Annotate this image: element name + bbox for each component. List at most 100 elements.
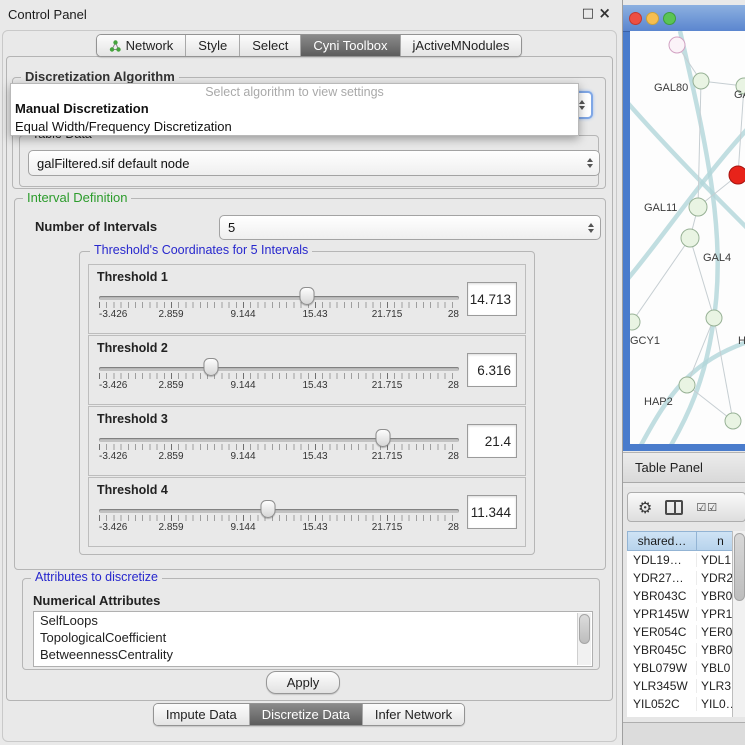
column-visibility-icons[interactable]: ☑☑ [696,501,718,514]
table-cell[interactable]: YBR045C [627,643,697,657]
table-cell[interactable]: YDL19… [627,553,697,567]
list-scrollbar-thumb[interactable] [579,614,590,644]
network-canvas-svg[interactable]: GAL80GAGAL11GAL4GCY1HAP2H [630,31,745,444]
tab-impute-data[interactable]: Impute Data [154,704,249,725]
close-panel-icon[interactable]: × [598,4,611,22]
float-panel-icon[interactable]: □ [582,6,594,21]
network-node[interactable] [681,229,699,247]
discretization-algorithm-legend: Discretization Algorithm [21,69,179,84]
combo-spinner-icons [588,223,594,233]
slider-scale-label: 15.43 [302,380,327,391]
panel-titlebar: Control Panel □ × [0,0,618,28]
gear-icon[interactable]: ⚙ [638,498,652,517]
table-panel-header: Table Panel [623,452,745,483]
table-row[interactable]: YBL079WYBL0… [627,659,745,677]
network-window[interactable]: GAL80GAGAL11GAL4GCY1HAP2H [623,5,745,451]
tab-cyni-toolbox[interactable]: Cyni Toolbox [300,35,399,56]
threshold-value-field[interactable]: 21.4 [467,424,517,458]
tab-label: Style [198,38,227,53]
network-node-label: GAL80 [654,82,688,94]
tab-infer-network[interactable]: Infer Network [362,704,464,725]
tab-discretize-data[interactable]: Discretize Data [249,704,362,725]
slider-scale-label: 21.715 [372,309,403,320]
columns-icon[interactable] [665,500,683,515]
slider-thumb[interactable] [299,287,314,305]
network-node[interactable] [669,37,685,53]
dropdown-option-equal-width[interactable]: Equal Width/Frequency Discretization [11,118,578,135]
network-node[interactable] [689,198,707,216]
slider-scale-label: 15.43 [302,451,327,462]
tab-style[interactable]: Style [185,35,239,56]
network-node[interactable] [725,413,741,429]
slider-track[interactable] [99,367,459,371]
network-node[interactable] [630,314,640,330]
table-vertical-scrollbar[interactable] [732,531,745,717]
slider-track[interactable] [99,509,459,513]
thresholds-legend: Threshold's Coordinates for 5 Intervals [90,243,312,257]
network-edge[interactable] [632,238,690,322]
threshold-slider[interactable]: -3.4262.8599.14415.4321.71528 [99,283,459,329]
network-canvas[interactable]: GAL80GAGAL11GAL4GCY1HAP2H [630,31,745,444]
network-node[interactable] [693,73,709,89]
table-cell[interactable]: YIL052C [627,697,697,711]
column-header-shared-name[interactable]: shared… [627,531,697,551]
slider-thumb[interactable] [261,500,276,518]
slider-scale-label: 9.144 [230,309,255,320]
threshold-slider[interactable]: -3.4262.8599.14415.4321.71528 [99,354,459,400]
threshold-value-field[interactable]: 11.344 [467,495,517,529]
network-node[interactable] [706,310,722,326]
tab-jactivemnodules[interactable]: jActiveMNodules [400,35,522,56]
tab-label: Impute Data [166,707,237,722]
threshold-value-field[interactable]: 14.713 [467,282,517,316]
table-data-combobox[interactable]: galFiltered.sif default node [28,150,600,176]
tab-network[interactable]: Network [97,35,186,56]
zoom-traffic-light-icon[interactable] [663,12,676,25]
table-row[interactable]: YBR043CYBR0… [627,587,745,605]
dropdown-placeholder-option[interactable]: Select algorithm to view settings [11,84,578,100]
slider-scale-label: 21.715 [372,451,403,462]
slider-scale-label: 28 [448,309,459,320]
scrollbar-thumb[interactable] [734,533,745,601]
threshold-slider[interactable]: -3.4262.8599.14415.4321.71528 [99,496,459,542]
threshold-slider[interactable]: -3.4262.8599.14415.4321.71528 [99,425,459,471]
network-edge[interactable] [714,318,733,421]
slider-thumb[interactable] [203,358,218,376]
close-traffic-light-icon[interactable] [629,12,642,25]
list-scrollbar[interactable] [577,613,591,665]
table-row[interactable]: YDL19…YDL1… [627,551,745,569]
table-cell[interactable]: YDR27… [627,571,697,585]
network-window-titlebar[interactable] [623,5,745,32]
table-row[interactable]: YIL052CYIL0… [627,695,745,713]
slider-track[interactable] [99,438,459,442]
threshold-value-field[interactable]: 6.316 [467,353,517,387]
table-horizontal-scrollbar[interactable] [623,722,745,745]
table-cell[interactable]: YLR345W [627,679,697,693]
table-cell[interactable]: YER054C [627,625,697,639]
bottom-tabbar: Impute Data Discretize Data Infer Networ… [0,703,618,726]
numerical-attributes-list[interactable]: SelfLoopsTopologicalCoefficientBetweenne… [33,611,593,667]
table-row[interactable]: YPR145WYPR1… [627,605,745,623]
list-item[interactable]: SelfLoops [34,612,592,629]
table-row[interactable]: YBR045CYBR0… [627,641,745,659]
table-row[interactable]: YER054CYER0… [627,623,745,641]
apply-button[interactable]: Apply [266,671,340,694]
list-item[interactable]: TopologicalCoefficient [34,629,592,646]
tab-select[interactable]: Select [239,35,300,56]
tab-label: Discretize Data [262,707,350,722]
table-row[interactable]: YDR27…YDR2… [627,569,745,587]
table-cell[interactable]: YBL079W [627,661,697,675]
table-cell[interactable]: YBR043C [627,589,697,603]
slider-track[interactable] [99,296,459,300]
list-item[interactable]: BetweennessCentrality [34,646,592,663]
network-node[interactable] [679,377,695,393]
checkbox-checked-icon: ☑ [696,501,707,514]
table-row[interactable]: YLR345WYLR3… [627,677,745,695]
spinner-up-icon [587,158,593,162]
dropdown-option-manual-discretization[interactable]: Manual Discretization [11,100,578,118]
table-cell[interactable]: YPR145W [627,607,697,621]
network-edge[interactable] [690,238,714,318]
number-of-intervals-combobox[interactable]: 5 [219,215,601,240]
minimize-traffic-light-icon[interactable] [646,12,659,25]
network-node[interactable] [729,166,745,184]
slider-thumb[interactable] [376,429,391,447]
